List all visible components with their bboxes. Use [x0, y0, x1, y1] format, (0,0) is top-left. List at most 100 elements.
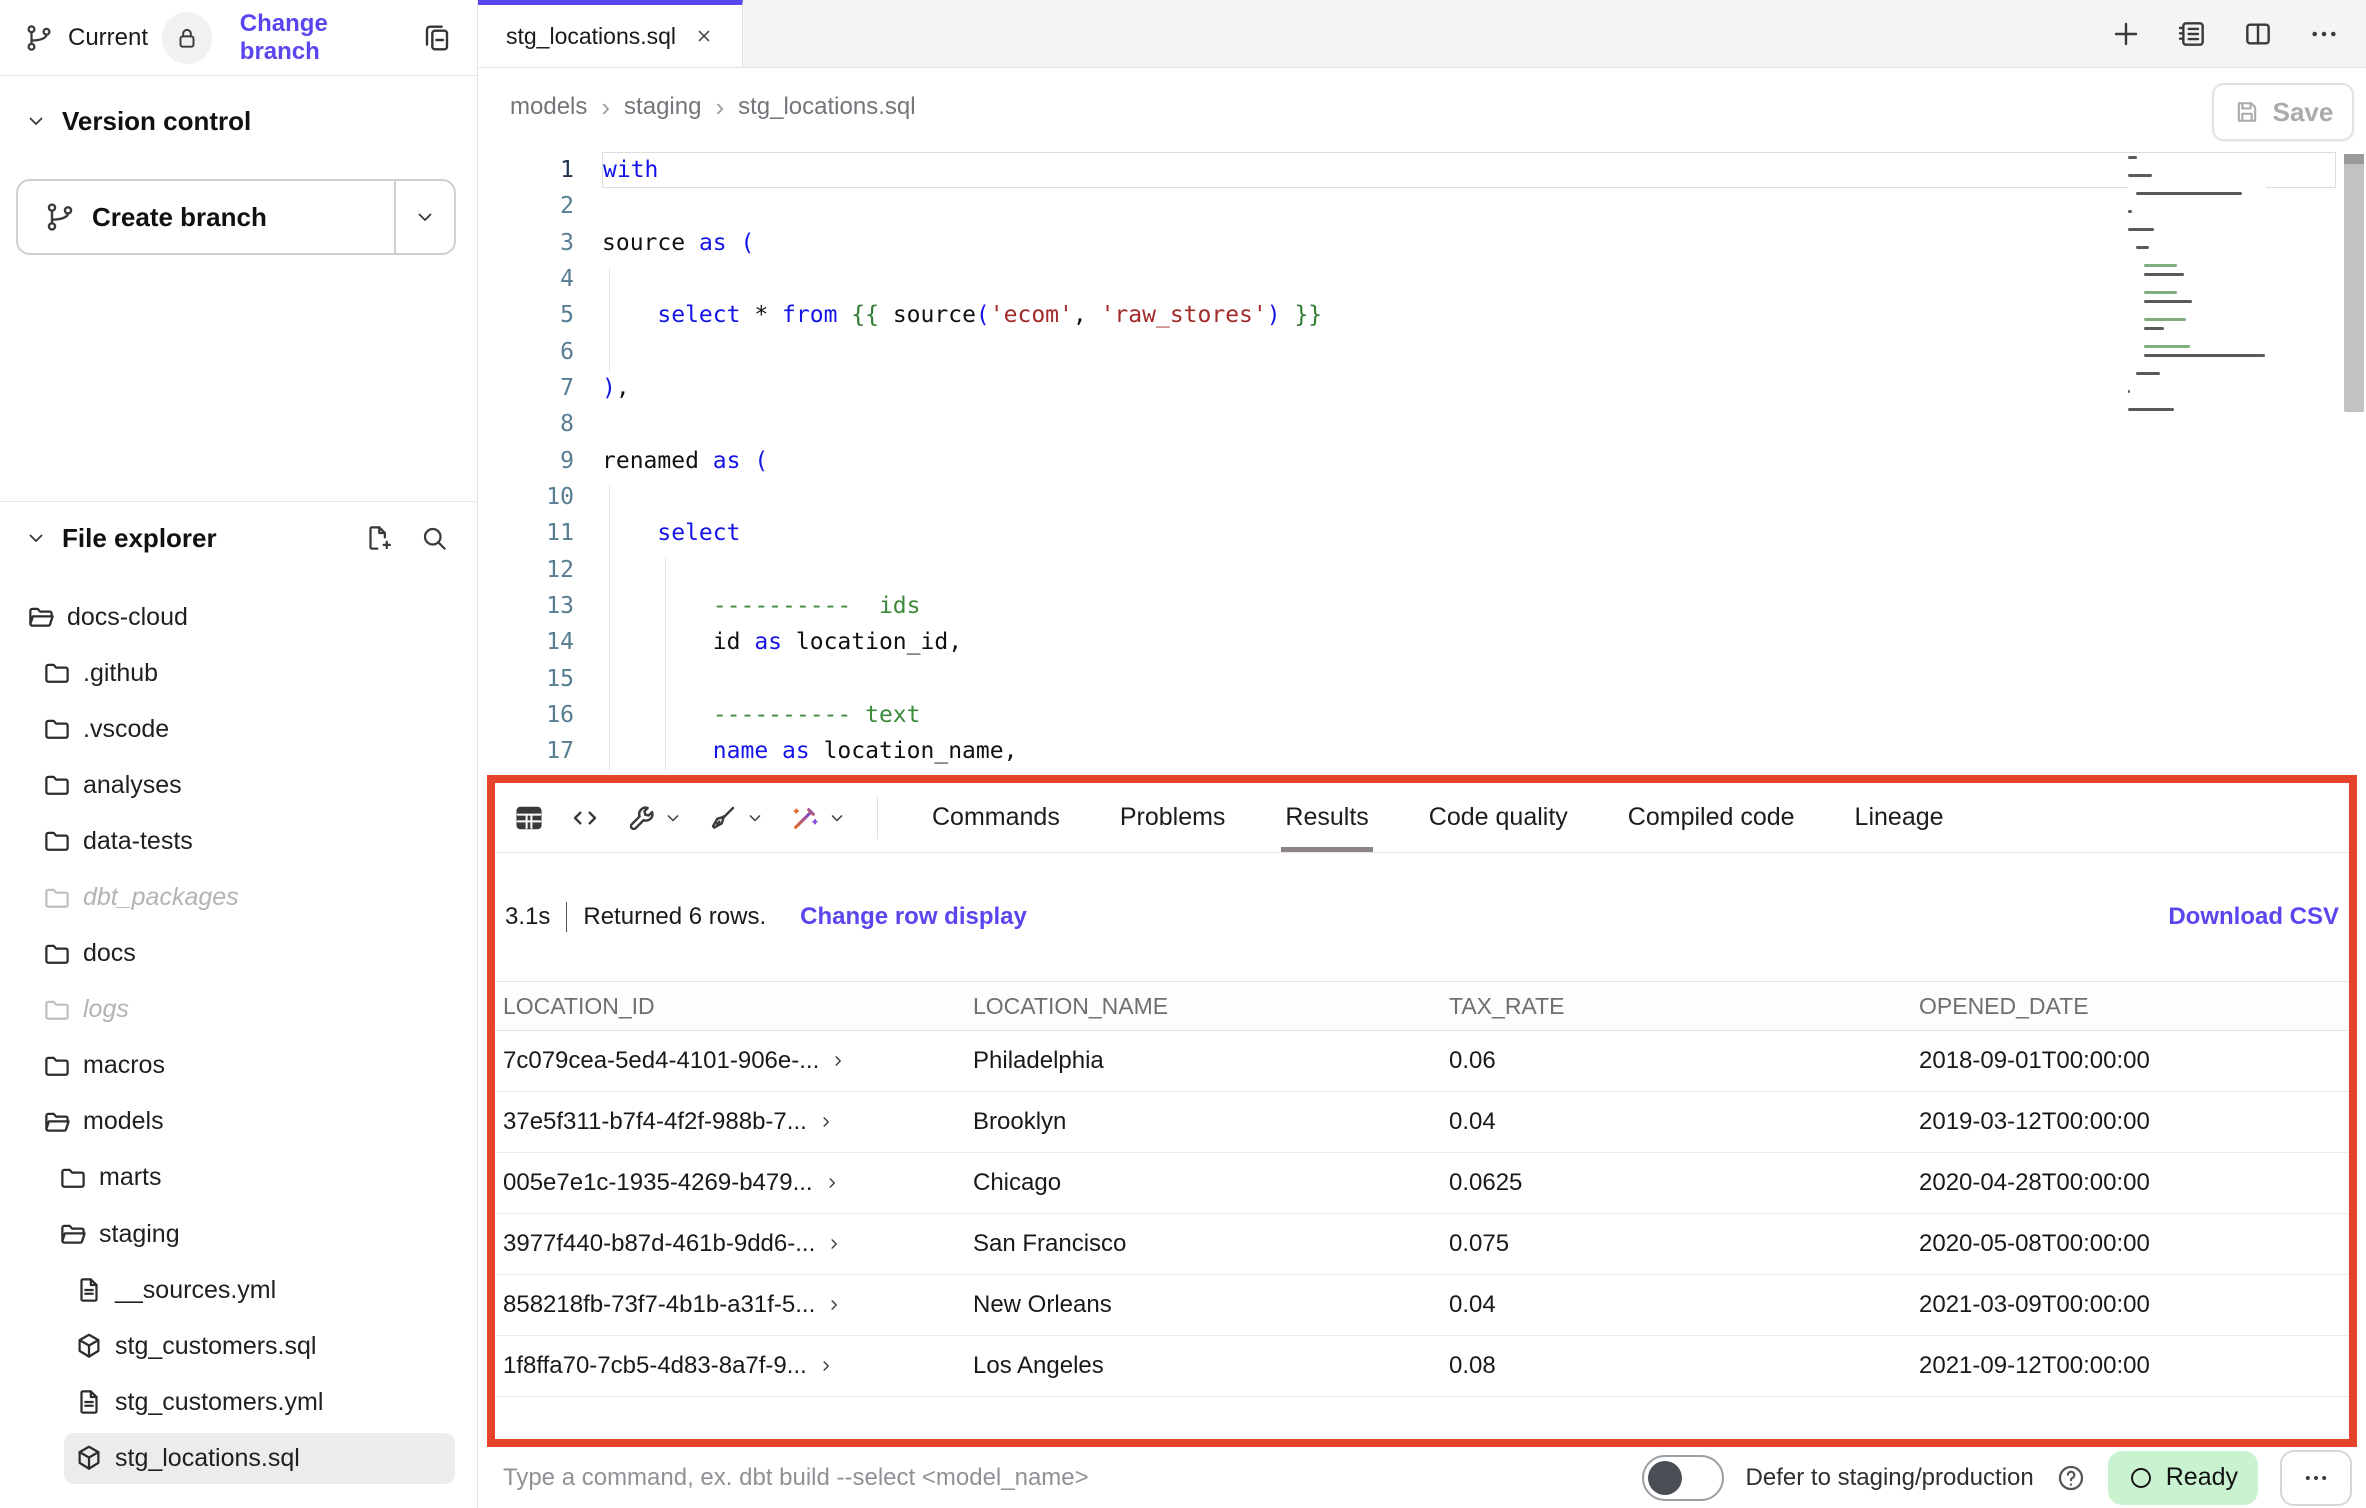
editor-scrollbar[interactable] [2344, 154, 2364, 412]
table-row[interactable]: 3977f440-b87d-461b-9dd6-...San Francisco… [495, 1214, 2349, 1275]
code-line-3[interactable]: source as ( [602, 225, 2336, 261]
table-row[interactable]: 7c079cea-5ed4-4101-906e-...Philadelphia0… [495, 1031, 2349, 1092]
table-row[interactable]: 37e5f311-b7f4-4f2f-988b-7...Brooklyn0.04… [495, 1092, 2349, 1153]
minimap[interactable] [2128, 154, 2266, 419]
panel-tab-compiled-code[interactable]: Compiled code [1598, 783, 1825, 852]
plus-icon[interactable] [2110, 18, 2142, 50]
tree-item--sources-yml[interactable]: __sources.yml [0, 1262, 477, 1318]
change-branch-link[interactable]: Change branch [240, 10, 407, 66]
tree-item-data-tests[interactable]: data-tests [0, 813, 477, 869]
close-icon[interactable] [694, 26, 714, 46]
table-row[interactable]: 858218fb-73f7-4b1b-a31f-5...New Orleans0… [495, 1275, 2349, 1336]
tree-item-analyses[interactable]: analyses [0, 757, 477, 813]
table-cell: Los Angeles [965, 1352, 1441, 1380]
copy-icon[interactable] [421, 22, 453, 54]
row-expand-icon[interactable] [823, 1174, 841, 1192]
download-csv-link[interactable]: Download CSV [2168, 903, 2339, 931]
code-line-4[interactable] [602, 261, 2336, 297]
code-line-2[interactable] [602, 188, 2336, 224]
table-cell: 2019-03-12T00:00:00 [1911, 1108, 2349, 1136]
code-line-10[interactable] [602, 479, 2336, 515]
table-grid-button[interactable] [513, 802, 545, 834]
column-header-location_id[interactable]: LOCATION_ID [495, 993, 965, 1020]
change-row-display-link[interactable]: Change row display [800, 903, 1027, 931]
table-cell: 0.08 [1441, 1352, 1911, 1380]
tree-item-models[interactable]: models [0, 1094, 477, 1150]
wrench-button[interactable] [625, 802, 683, 834]
row-expand-icon[interactable] [829, 1052, 847, 1070]
panel-tab-code-quality[interactable]: Code quality [1399, 783, 1598, 852]
panel-tab-commands[interactable]: Commands [902, 783, 1090, 852]
version-control-header[interactable]: Version control [0, 96, 477, 146]
code-line-14[interactable]: id as location_id, [602, 624, 2336, 660]
file-explorer-header[interactable]: File explorer [0, 512, 477, 564]
panel-tab-lineage[interactable]: Lineage [1825, 783, 1974, 852]
code-line-16[interactable]: ---------- text [602, 697, 2336, 733]
tree-item--vscode[interactable]: .vscode [0, 701, 477, 757]
row-expand-icon[interactable] [825, 1235, 843, 1253]
code-line-1[interactable]: with [602, 152, 2336, 188]
table-grid-icon [513, 802, 545, 834]
code-line-12[interactable] [602, 552, 2336, 588]
tree-item-stg-customers-yml[interactable]: stg_customers.yml [0, 1374, 477, 1430]
code-line-11[interactable]: select [602, 515, 2336, 551]
code-lines[interactable]: with source as ( select * from {{ source(… [602, 152, 2336, 770]
main-area: stg_locations.sql models›staging›stg_loc… [478, 0, 2366, 1508]
breadcrumb-item[interactable]: stg_locations.sql [738, 93, 915, 121]
create-branch-dropdown[interactable] [396, 181, 454, 253]
tree-item-docs[interactable]: docs [0, 926, 477, 982]
more-dots-icon[interactable] [2308, 18, 2340, 50]
save-button[interactable]: Save [2212, 83, 2354, 141]
panel-tab-problems[interactable]: Problems [1090, 783, 1256, 852]
magic-wand-button[interactable] [789, 802, 847, 834]
code-line-17[interactable]: name as location_name, [602, 733, 2336, 769]
tree-item-logs[interactable]: logs [0, 982, 477, 1038]
code-line-8[interactable] [602, 406, 2336, 442]
split-pane-icon[interactable] [2242, 18, 2274, 50]
code-line-6[interactable] [602, 334, 2336, 370]
breadcrumb-item[interactable]: models [510, 93, 587, 121]
location-id-cell: 7c079cea-5ed4-4101-906e-... [495, 1047, 965, 1075]
tab-stg-locations-sql[interactable]: stg_locations.sql [478, 0, 743, 67]
tree-item-docs-cloud[interactable]: docs-cloud [0, 589, 477, 645]
table-row[interactable]: 005e7e1c-1935-4269-b479...Chicago0.06252… [495, 1153, 2349, 1214]
row-expand-icon[interactable] [817, 1357, 835, 1375]
location-id-cell: 1f8ffa70-7cb5-4d83-8a7f-9... [495, 1352, 965, 1380]
tree-item-dbt-packages[interactable]: dbt_packages [0, 869, 477, 925]
code-line-13[interactable]: ---------- ids [602, 588, 2336, 624]
row-expand-icon[interactable] [825, 1296, 843, 1314]
chevron-down-icon[interactable] [827, 808, 847, 828]
tree-item-stg-customers-sql[interactable]: stg_customers.sql [0, 1318, 477, 1374]
chevron-down-icon[interactable] [663, 808, 683, 828]
breadcrumb-item[interactable]: staging [624, 93, 701, 121]
code-line-7[interactable]: ), [602, 370, 2336, 406]
help-icon[interactable] [2056, 1463, 2086, 1493]
code-editor[interactable]: 1234567891011121314151617 withsource as … [478, 146, 2366, 775]
create-branch-main[interactable]: Create branch [18, 181, 394, 253]
tree-item-stg-locations-sql[interactable]: stg_locations.sql [0, 1430, 477, 1486]
code-line-9[interactable]: renamed as ( [602, 443, 2336, 479]
panel-tab-results[interactable]: Results [1255, 783, 1398, 852]
create-branch-button[interactable]: Create branch [16, 179, 456, 255]
breadcrumb: models›staging›stg_locations.sql [510, 68, 916, 146]
layout-list-icon[interactable] [2176, 18, 2208, 50]
search-icon[interactable] [419, 523, 449, 553]
code-line-15[interactable] [602, 661, 2336, 697]
code-preview-button[interactable] [569, 802, 601, 834]
tree-item-marts[interactable]: marts [0, 1150, 477, 1206]
code-line-5[interactable]: select * from {{ source('ecom', 'raw_sto… [602, 297, 2336, 333]
chevron-down-icon[interactable] [745, 808, 765, 828]
new-file-icon[interactable] [363, 523, 393, 553]
tree-item-macros[interactable]: macros [0, 1038, 477, 1094]
tree-item--github[interactable]: .github [0, 645, 477, 701]
tree-item-staging[interactable]: staging [0, 1206, 477, 1262]
broom-button[interactable] [707, 802, 765, 834]
column-header-opened_date[interactable]: OPENED_DATE [1911, 993, 2349, 1020]
row-expand-icon[interactable] [817, 1113, 835, 1131]
more-options-button[interactable] [2280, 1450, 2352, 1506]
command-input[interactable]: Type a command, ex. dbt build --select <… [503, 1464, 1089, 1492]
table-row[interactable]: 1f8ffa70-7cb5-4d83-8a7f-9...Los Angeles0… [495, 1336, 2349, 1397]
defer-toggle[interactable] [1642, 1455, 1724, 1501]
column-header-tax_rate[interactable]: TAX_RATE [1441, 993, 1911, 1020]
column-header-location_name[interactable]: LOCATION_NAME [965, 993, 1441, 1020]
